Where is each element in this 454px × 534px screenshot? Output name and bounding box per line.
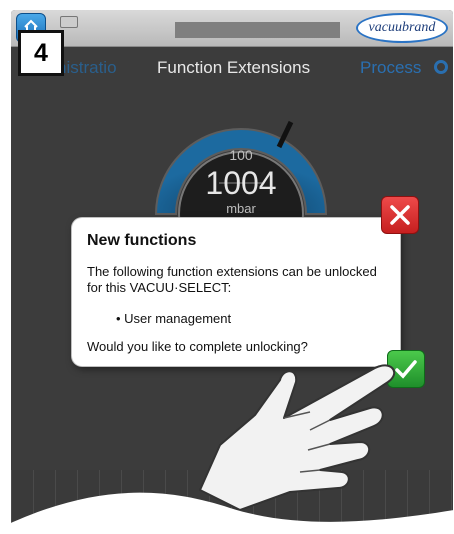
cancel-button[interactable] bbox=[381, 196, 419, 234]
dialog-title: New functions bbox=[87, 232, 197, 249]
top-bar: vacuubrand bbox=[11, 10, 453, 47]
tab-function-extensions[interactable]: Function Extensions bbox=[157, 58, 310, 78]
step-badge: 4 bbox=[18, 30, 64, 76]
vacuubrand-logo: vacuubrand bbox=[356, 13, 448, 43]
dialog-body: The following function extensions can be… bbox=[87, 264, 377, 295]
tab-administration[interactable]: nistratio bbox=[57, 58, 117, 78]
process-icon bbox=[434, 60, 448, 74]
gauge-unit: mbar bbox=[226, 201, 256, 216]
tab-bar: nistratio Function Extensions Process bbox=[11, 54, 453, 80]
tab-process[interactable]: Process bbox=[360, 58, 421, 78]
dialog-item-user-management: • User management bbox=[116, 311, 232, 326]
battery-icon bbox=[60, 16, 78, 28]
close-icon bbox=[390, 205, 410, 225]
pointing-hand-icon bbox=[199, 364, 395, 510]
title-placeholder-bar bbox=[175, 22, 340, 38]
page-curl-overlay bbox=[0, 492, 454, 534]
gauge-value: 1004 bbox=[205, 165, 277, 201]
gauge-setpoint: 100 bbox=[229, 147, 253, 163]
